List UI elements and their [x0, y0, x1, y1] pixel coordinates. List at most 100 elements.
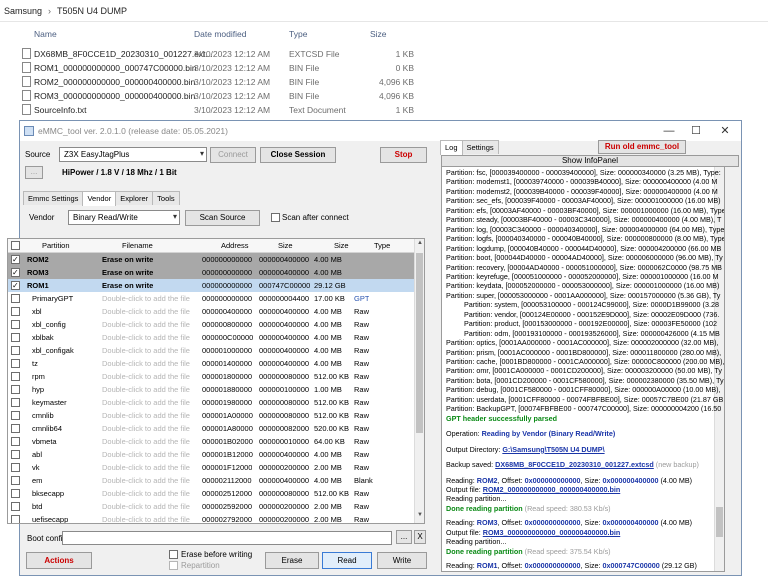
tab-explorer[interactable]: Explorer [115, 191, 154, 205]
table-row[interactable]: xbl_config Double-click to add the file 00… [8, 318, 416, 331]
row-checkbox[interactable] [11, 502, 20, 511]
read-button[interactable]: Read [322, 552, 372, 569]
column-name[interactable]: Name [34, 29, 57, 39]
table-row[interactable]: vk Double-click to add the file 000001F120… [8, 461, 416, 474]
boot-config-browse-button[interactable]: ... [396, 530, 412, 544]
file-row[interactable]: ROM3_000000000000_000000400000.bin 3/10/… [0, 89, 768, 103]
table-row[interactable]: btd Double-click to add the file 000002592… [8, 500, 416, 513]
column-partition[interactable]: Partition [42, 241, 70, 250]
tab-vendor[interactable]: Vendor [82, 191, 117, 206]
table-row[interactable]: hyp Double-click to add the file 000001880… [8, 383, 416, 396]
source-options-button[interactable]: ... [25, 166, 43, 179]
table-row[interactable]: ROM3Erase on write0000000000000000004000… [8, 266, 416, 279]
close-session-button[interactable]: Close Session [260, 147, 336, 163]
file-row[interactable]: SourceInfo.txt 3/10/2023 12:12 AM Text D… [0, 103, 768, 117]
scan-source-button[interactable]: Scan Source [185, 210, 260, 226]
write-button[interactable]: Write [377, 552, 427, 569]
run-old-emmc-tool-button[interactable]: Run old emmc_tool [598, 140, 686, 154]
row-checkbox[interactable] [11, 385, 20, 394]
log-output-file: Output file: ROM3_000000000000_000000400… [446, 527, 621, 537]
row-checkbox[interactable] [11, 515, 20, 523]
tab-settings[interactable]: Settings [461, 140, 499, 154]
vendor-select-value: Binary Read/Write [73, 213, 138, 222]
row-checkbox[interactable] [11, 281, 20, 290]
table-row[interactable]: ROM2Erase on write0000000000000000004000… [8, 253, 416, 266]
column-address[interactable]: Address [221, 241, 249, 250]
column-size-human[interactable]: Size [334, 241, 349, 250]
table-row[interactable]: em Double-click to add the file 0000021120… [8, 474, 416, 487]
source-select-value: Z3X EasyJtagPlus [64, 150, 130, 159]
column-size[interactable]: Size [370, 29, 387, 39]
column-filename[interactable]: Filename [122, 241, 153, 250]
actions-button[interactable]: Actions [26, 552, 92, 569]
vendor-select[interactable]: Binary Read/Write ▾ [68, 210, 180, 225]
row-checkbox[interactable] [11, 398, 20, 407]
tab-emmc-settings[interactable]: Emmc Settings [23, 191, 84, 205]
row-checkbox[interactable] [11, 320, 20, 329]
table-row[interactable]: xbl Double-click to add the file 000000400… [8, 305, 416, 318]
select-all-checkbox[interactable] [11, 241, 20, 250]
row-checkbox[interactable] [11, 489, 20, 498]
tab-log[interactable]: Log [440, 140, 463, 155]
column-type[interactable]: Type [374, 241, 390, 250]
row-checkbox[interactable] [11, 437, 20, 446]
row-checkbox[interactable] [11, 359, 20, 368]
file-row[interactable]: DX68MB_8F0CCE1D_20230310_001227.ext... 3… [0, 47, 768, 61]
scrollbar-thumb[interactable] [716, 507, 723, 537]
breadcrumb-item-samsung[interactable]: Samsung [4, 6, 42, 16]
scan-after-connect-checkbox[interactable] [271, 213, 280, 222]
table-row[interactable]: PrimaryGPT Double-click to add the file 00… [8, 292, 416, 305]
file-row[interactable]: ROM2_000000000000_000000400000.bin 3/10/… [0, 75, 768, 89]
stop-button[interactable]: Stop [380, 147, 427, 163]
row-checkbox[interactable] [11, 476, 20, 485]
breadcrumb-item-dump[interactable]: T505N U4 DUMP [57, 6, 127, 16]
row-checkbox[interactable] [11, 333, 20, 342]
table-row[interactable]: abl Double-click to add the file 000001B12… [8, 448, 416, 461]
source-select[interactable]: Z3X EasyJtagPlus ▾ [59, 147, 207, 162]
row-checkbox[interactable] [11, 463, 20, 472]
column-type[interactable]: Type [289, 29, 307, 39]
table-row[interactable]: keymaster Double-click to add the file 000… [8, 396, 416, 409]
erase-before-writing-checkbox[interactable] [169, 550, 178, 559]
row-checkbox[interactable] [11, 294, 20, 303]
table-row[interactable]: vbmeta Double-click to add the file 000001… [8, 435, 416, 448]
connect-button[interactable]: Connect [210, 147, 256, 163]
scrollbar-thumb[interactable] [416, 253, 423, 433]
row-checkbox[interactable] [11, 307, 20, 316]
table-row[interactable]: cmnlib64 Double-click to add the file 0000… [8, 422, 416, 435]
repartition-checkbox[interactable] [169, 561, 178, 570]
scroll-down-icon[interactable]: ▼ [415, 512, 424, 522]
table-row[interactable]: ROM1Erase on write000000000000000747C000… [8, 279, 416, 292]
row-checkbox[interactable] [11, 450, 20, 459]
log-partition-line: Partition: optics, [0001AA000000 - 0001A… [446, 338, 719, 348]
maximize-button[interactable]: ☐ [683, 123, 709, 139]
column-size[interactable]: Size [278, 241, 293, 250]
table-row[interactable]: cmnlib Double-click to add the file 000001… [8, 409, 416, 422]
row-checkbox[interactable] [11, 346, 20, 355]
table-row[interactable]: bksecapp Double-click to add the file 0000… [8, 487, 416, 500]
file-row[interactable]: ROM1_000000000000_000747C00000.bin 3/10/… [0, 61, 768, 75]
log-partition-line: Partition: steady, [00003BF40000 - 00003… [446, 215, 722, 225]
partition-size-human: 1.00 MB [314, 385, 342, 394]
row-checkbox[interactable] [11, 255, 20, 264]
erase-button[interactable]: Erase [265, 552, 319, 569]
partition-size-human: 4.00 MB [314, 333, 342, 342]
table-row[interactable]: rpm Double-click to add the file 000001800… [8, 370, 416, 383]
title-bar[interactable]: eMMC_tool ver. 2.0.1.0 (release date: 05… [20, 121, 741, 141]
row-checkbox[interactable] [11, 424, 20, 433]
boot-config-input[interactable] [62, 531, 392, 545]
row-checkbox[interactable] [11, 268, 20, 277]
tab-tools[interactable]: Tools [152, 191, 180, 205]
table-row[interactable]: xblbak Double-click to add the file 000000… [8, 331, 416, 344]
table-row[interactable]: tz Double-click to add the file 0000014000… [8, 357, 416, 370]
close-button[interactable]: ✕ [712, 123, 738, 139]
row-checkbox[interactable] [11, 411, 20, 420]
boot-config-clear-button[interactable]: X [414, 530, 426, 544]
row-checkbox[interactable] [11, 372, 20, 381]
scroll-up-icon[interactable]: ▲ [415, 240, 424, 250]
column-date[interactable]: Date modified [194, 29, 246, 39]
table-scrollbar[interactable]: ▲ ▼ [414, 239, 424, 523]
table-row[interactable]: uefisecapp Double-click to add the file 00… [8, 513, 416, 523]
table-row[interactable]: xbl_configak Double-click to add the file… [8, 344, 416, 357]
minimize-button[interactable]: — [656, 123, 682, 139]
